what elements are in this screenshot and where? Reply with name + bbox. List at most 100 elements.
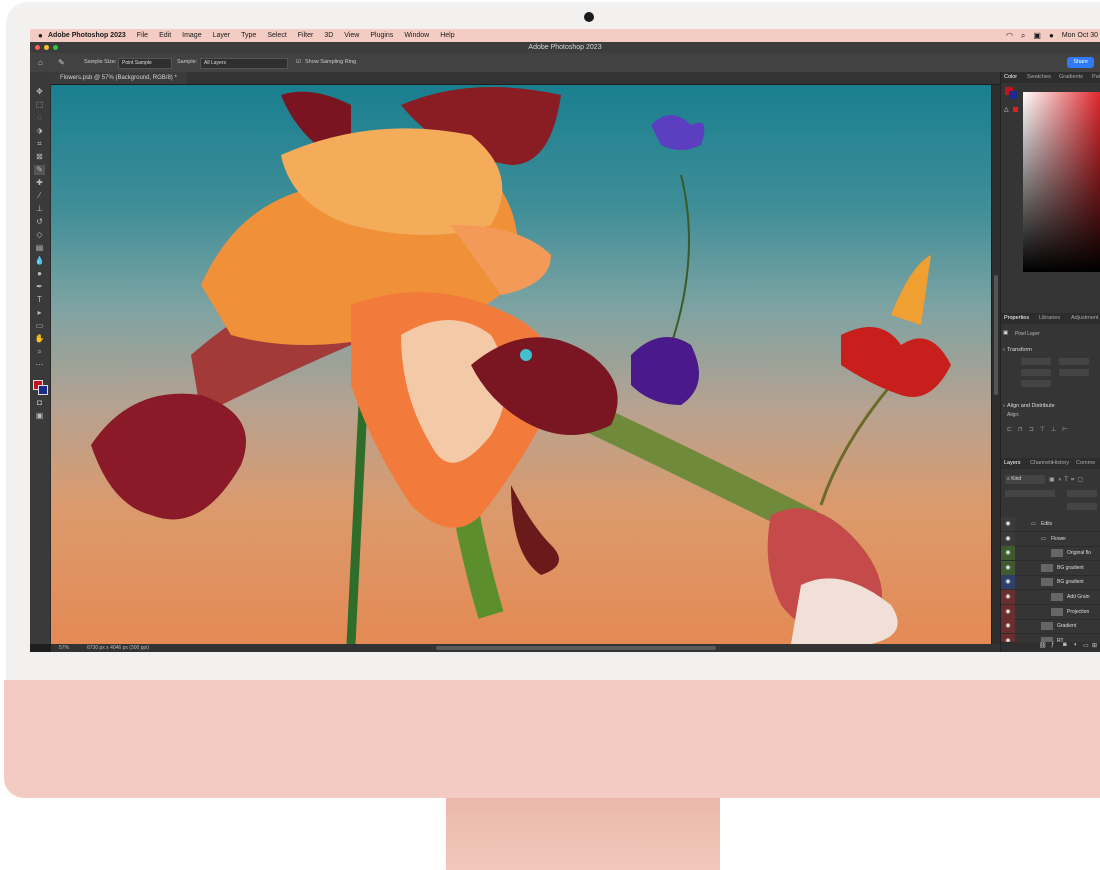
- menu-window[interactable]: Window: [404, 32, 429, 39]
- fill-field[interactable]: [1067, 503, 1097, 510]
- tab-patterns[interactable]: Pat: [1092, 72, 1100, 83]
- quick-mask-icon[interactable]: ◘: [34, 398, 45, 408]
- zoom-tool-icon[interactable]: ⌕: [34, 347, 45, 357]
- object-select-tool-icon[interactable]: ⬗: [34, 126, 45, 136]
- layer-filter-select[interactable]: ⌕ Kind: [1005, 475, 1045, 484]
- crop-tool-icon[interactable]: ⌗: [34, 139, 45, 149]
- move-tool-icon[interactable]: ✥: [34, 87, 45, 97]
- more-tools-icon[interactable]: ⋯: [34, 360, 45, 370]
- web-safe-swatch[interactable]: [1013, 107, 1018, 112]
- zoom-window-icon[interactable]: [53, 45, 58, 50]
- layer-row[interactable]: ◉ Original flo: [1001, 546, 1100, 562]
- hand-tool-icon[interactable]: ✋: [34, 334, 45, 344]
- wifi-icon[interactable]: ◠: [1006, 31, 1013, 40]
- eyedropper-tool-icon[interactable]: ✎: [58, 53, 65, 72]
- blend-mode-select[interactable]: [1005, 490, 1055, 497]
- layer-visibility-icon[interactable]: ◉: [1001, 590, 1015, 604]
- menu-image[interactable]: Image: [182, 32, 201, 39]
- transform-angle-field[interactable]: [1021, 380, 1051, 387]
- minimize-window-icon[interactable]: [44, 45, 49, 50]
- user-icon[interactable]: ●: [1049, 31, 1054, 40]
- control-center-icon[interactable]: ▣: [1033, 31, 1041, 40]
- tab-libraries[interactable]: Libraries: [1039, 313, 1060, 324]
- transform-x-field[interactable]: [1021, 369, 1051, 376]
- eraser-tool-icon[interactable]: ◇: [34, 230, 45, 240]
- layer-visibility-icon[interactable]: ◉: [1001, 546, 1015, 561]
- new-layer-icon[interactable]: ⊞: [1092, 642, 1097, 649]
- transform-y-field[interactable]: [1059, 369, 1089, 376]
- menu-filter[interactable]: Filter: [298, 32, 314, 39]
- layer-row[interactable]: ◉ Gradient: [1001, 619, 1100, 635]
- marquee-tool-icon[interactable]: ⬚: [34, 100, 45, 110]
- brush-tool-icon[interactable]: ⁄: [34, 191, 45, 201]
- tab-adjustments[interactable]: Adjustment: [1071, 313, 1099, 324]
- opacity-field[interactable]: [1067, 490, 1097, 497]
- menu-type[interactable]: Type: [241, 32, 256, 39]
- tab-comments[interactable]: Comme: [1076, 458, 1095, 469]
- tab-swatches[interactable]: Swatches: [1027, 72, 1051, 83]
- group-icon[interactable]: ▭: [1083, 642, 1089, 649]
- pen-tool-icon[interactable]: ✒: [34, 282, 45, 292]
- menu-plugins[interactable]: Plugins: [370, 32, 393, 39]
- layer-row[interactable]: ◉ BG gradient: [1001, 575, 1100, 591]
- layer-visibility-icon[interactable]: ◉: [1001, 531, 1015, 546]
- layer-filter-icons[interactable]: ▣◑T⌗▢: [1049, 476, 1086, 484]
- healing-brush-icon[interactable]: ✚: [34, 178, 45, 188]
- document-tab[interactable]: Flowers.psb @ 57% (Background, RGB/8) *: [50, 72, 187, 84]
- layer-visibility-icon[interactable]: ◉: [1001, 604, 1015, 619]
- layer-row[interactable]: ◉ ▭ Flower: [1001, 531, 1100, 547]
- layer-row[interactable]: ◉ Projection: [1001, 604, 1100, 620]
- vertical-scroll-thumb[interactable]: [994, 275, 998, 395]
- history-brush-icon[interactable]: ↺: [34, 217, 45, 227]
- rectangle-tool-icon[interactable]: ▭: [34, 321, 45, 331]
- link-layers-icon[interactable]: ⛓: [1039, 642, 1047, 649]
- stamp-tool-icon[interactable]: ⊥: [34, 204, 45, 214]
- show-ring-checkbox[interactable]: ☑: [296, 53, 301, 72]
- fx-icon[interactable]: ƒ: [1051, 642, 1054, 648]
- adjustment-icon[interactable]: ◑: [1073, 642, 1077, 648]
- tab-properties[interactable]: Properties: [1004, 313, 1029, 324]
- tab-layers[interactable]: Layers: [1004, 458, 1021, 469]
- menu-help[interactable]: Help: [440, 32, 454, 39]
- blur-tool-icon[interactable]: 💧: [34, 256, 45, 266]
- menu-edit[interactable]: Edit: [159, 32, 171, 39]
- tab-color[interactable]: Color: [1004, 72, 1017, 83]
- layer-visibility-icon[interactable]: ◉: [1001, 619, 1015, 634]
- background-color-swatch[interactable]: [38, 385, 48, 395]
- lasso-tool-icon[interactable]: ◌: [34, 113, 45, 123]
- menu-view[interactable]: View: [344, 32, 359, 39]
- layer-row[interactable]: ◉ ▭ Edits: [1001, 517, 1100, 532]
- panel-bg-swatch[interactable]: [1009, 91, 1017, 99]
- close-window-icon[interactable]: [35, 45, 40, 50]
- share-button[interactable]: Share: [1067, 57, 1094, 68]
- zoom-level[interactable]: 57%: [59, 644, 69, 652]
- horizontal-scroll-thumb[interactable]: [436, 646, 716, 650]
- eyedropper-icon[interactable]: ✎: [34, 165, 45, 175]
- frame-tool-icon[interactable]: ⊠: [34, 152, 45, 162]
- menu-3d[interactable]: 3D: [324, 32, 333, 39]
- align-distribute-section[interactable]: Align and Distribute: [1007, 403, 1055, 409]
- layer-visibility-icon[interactable]: ◉: [1001, 517, 1015, 531]
- transform-w-field[interactable]: [1021, 358, 1051, 365]
- canvas-vertical-scrollbar[interactable]: [992, 85, 1000, 644]
- menu-select[interactable]: Select: [267, 32, 286, 39]
- menu-layer[interactable]: Layer: [213, 32, 231, 39]
- tab-gradients[interactable]: Gradients: [1059, 72, 1083, 83]
- align-chevron-icon[interactable]: ›: [1003, 403, 1005, 409]
- layer-row[interactable]: ◉ BG gradient: [1001, 560, 1100, 576]
- transform-h-field[interactable]: [1059, 358, 1089, 365]
- menu-app-name[interactable]: Adobe Photoshop 2023: [48, 32, 126, 39]
- search-icon[interactable]: ⌕: [1021, 31, 1025, 41]
- layer-visibility-icon[interactable]: ◉: [1001, 560, 1015, 575]
- transform-chevron-icon[interactable]: ›: [1003, 347, 1005, 353]
- color-picker-field[interactable]: [1023, 92, 1100, 272]
- mask-icon[interactable]: ◙: [1063, 642, 1067, 648]
- transform-section[interactable]: Transform: [1007, 347, 1032, 353]
- dodge-tool-icon[interactable]: ●: [34, 269, 45, 279]
- gradient-tool-icon[interactable]: ▤: [34, 243, 45, 253]
- document-canvas[interactable]: [51, 85, 991, 644]
- path-select-icon[interactable]: ▸: [34, 308, 45, 318]
- screen-mode-icon[interactable]: ▣: [34, 411, 45, 421]
- tab-channels[interactable]: Channels: [1030, 458, 1053, 469]
- menu-file[interactable]: File: [137, 32, 148, 39]
